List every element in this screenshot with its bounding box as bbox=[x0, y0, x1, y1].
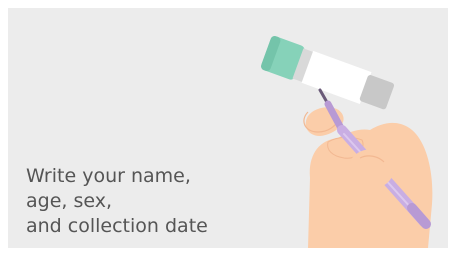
instruction-text: Write your name, age, sex, and collectio… bbox=[26, 164, 208, 239]
fingers bbox=[349, 149, 395, 189]
instruction-line-2: age, sex, bbox=[26, 190, 113, 212]
instruction-panel: Write your name, age, sex, and collectio… bbox=[8, 8, 448, 248]
instruction-line-3: and collection date bbox=[26, 215, 208, 237]
instruction-line-1: Write your name, bbox=[26, 165, 191, 187]
